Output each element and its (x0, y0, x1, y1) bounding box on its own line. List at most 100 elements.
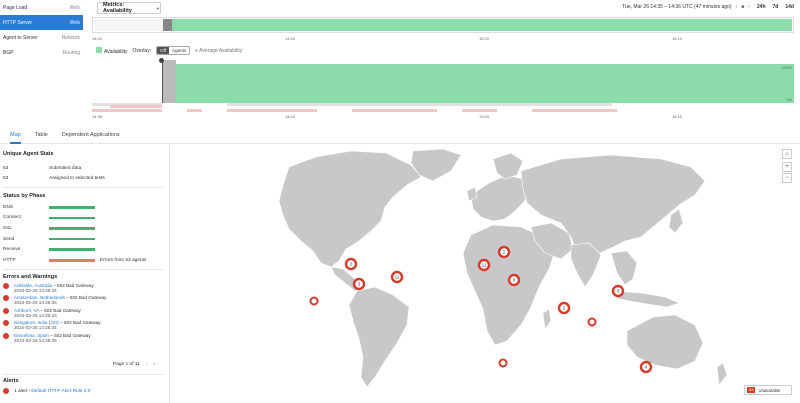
error-icon (3, 320, 9, 327)
alert-icon (3, 388, 9, 394)
test-item-agent-to-server[interactable]: Agent to Server Network (0, 30, 83, 45)
map-home-button[interactable]: ⌂ (782, 149, 792, 159)
availability-area (162, 64, 794, 103)
error-location-link[interactable]: Barcelona, Spain (14, 333, 49, 338)
test-name: Page Load (3, 4, 28, 11)
error-bar (462, 109, 497, 112)
range-24h-button[interactable]: 24h (757, 4, 766, 10)
alert-rule-link[interactable]: Default HTTP Alert Rule 2.0 (31, 389, 90, 394)
phase-note: Errors from 53 agents (100, 257, 147, 263)
tab-dependent-applications[interactable]: Dependent Applications (62, 126, 120, 144)
overlay-toggle[interactable]: Off Agents (156, 46, 191, 55)
range-7d-button[interactable]: 7d (773, 4, 779, 10)
phase-label: Receive (3, 247, 21, 253)
legend-series-label: Availability (104, 48, 128, 55)
test-item-page-load[interactable]: Page Load Web (0, 0, 83, 15)
cluster-marker: 4 (639, 360, 653, 374)
test-type: Web (69, 19, 80, 26)
page-indicator: Page 1 of 11 (113, 362, 140, 367)
status-by-phase-title: Status by Phase (3, 193, 46, 199)
test-item-http-server[interactable]: HTTP Server Web (0, 15, 83, 30)
next-icon[interactable]: › (748, 4, 750, 10)
phase-row-ssl: SSL (3, 223, 169, 234)
main-tick: 16:10 (672, 114, 683, 119)
cluster-marker: 3 (611, 284, 625, 298)
stop-icon[interactable]: ■ (741, 4, 744, 10)
tab-table[interactable]: Table (35, 126, 48, 144)
alert-count: 1 alert – (14, 388, 32, 394)
overview-axis: 14:00 14:40 15:20 16:10 (92, 36, 794, 42)
test-item-bgp[interactable]: BGP Routing (0, 45, 83, 60)
scandinavia (492, 152, 524, 180)
chevron-left-icon[interactable]: ‹ (146, 362, 148, 367)
chevron-down-icon: ▼ (156, 5, 160, 11)
test-type: Web (69, 4, 80, 11)
australia (626, 314, 704, 370)
error-item: Bangalore, India (JIO) – 502 Bad Gateway… (3, 320, 169, 330)
error-bar (227, 103, 612, 106)
phase-label: HTTP (3, 257, 16, 263)
phase-status-bar (49, 237, 95, 241)
previous-icon[interactable]: ‹ (736, 4, 738, 10)
test-type: Routing (62, 49, 80, 56)
overview-selection-handle[interactable] (163, 19, 172, 31)
unavailable-label: Unavailable (758, 387, 781, 393)
error-icon (3, 295, 9, 302)
chart-legend: Availability Overlay: Off Agents ≡ Avera… (96, 46, 242, 55)
selected-time-bar[interactable] (162, 60, 176, 103)
error-location-link[interactable]: Adelaide, Australia (14, 283, 52, 288)
metrics-dropdown[interactable]: Metrics: Availability ▼ (97, 2, 161, 14)
zoom-in-button[interactable]: + (782, 162, 792, 172)
error-message: – 502 Bad Gateway (52, 282, 94, 288)
phase-row-connect: Connect (3, 213, 169, 224)
cluster-marker: 2 (557, 301, 571, 315)
error-message: – 502 Bad Gateway (58, 320, 101, 326)
overview-tick: 15:20 (479, 36, 490, 41)
divider (3, 374, 163, 375)
stat-row: 53 Submitted data (3, 163, 169, 173)
cluster-count: 11 (482, 263, 487, 268)
world-map[interactable]: 2 11 3 2 3 11 2 3 4 ⌂ + − 53 Unavailable (171, 145, 800, 403)
error-location-link[interactable]: Ashburn, VA (14, 308, 39, 313)
overlay-agents-option[interactable]: Agents (169, 47, 189, 54)
cluster-marker: 3 (507, 273, 521, 287)
phase-row-send: Send (3, 234, 169, 245)
zoom-out-button[interactable]: − (782, 173, 792, 183)
phase-label: Send (3, 236, 15, 242)
error-timestamp: 2024-03-26 14:35:33 (14, 312, 57, 318)
error-icon (3, 307, 9, 314)
cluster-count: 11 (395, 275, 400, 280)
error-icon (3, 282, 9, 289)
time-marker-icon[interactable] (159, 58, 164, 63)
time-navigator: Tue, Mar 26 14:35 – 14:36 UTC (47 minute… (622, 4, 794, 10)
phase-label: DNS (3, 204, 14, 210)
error-item: Ashburn, VA – 502 Bad Gateway 2024-03-26… (3, 307, 169, 318)
error-message: – 502 Bad Gateway (64, 295, 107, 301)
error-bar (532, 109, 617, 112)
legend-availability[interactable]: Availability (96, 46, 128, 55)
cluster-marker: 11 (390, 270, 404, 284)
phase-row-receive: Receive (3, 244, 169, 255)
test-name: Agent to Server (3, 34, 38, 41)
errors-warnings-title: Errors and Warnings (3, 273, 58, 280)
tab-map[interactable]: Map (10, 126, 21, 144)
overlay-label: Overlay: (132, 47, 152, 54)
overlay-off-option[interactable]: Off (157, 47, 170, 54)
main-axis: 14:36 14:40 15:00 16:10 (92, 114, 794, 120)
overview-timeline[interactable] (92, 17, 794, 33)
cluster-marker (498, 358, 508, 368)
phase-status-bar (49, 206, 95, 209)
overview-tick: 14:40 (285, 36, 296, 41)
view-tabs: Map Table Dependent Applications (0, 126, 800, 144)
range-14d-button[interactable]: 14d (785, 4, 794, 10)
stats-panel: Unique Agent Stats 53 Submitted data 53 … (0, 145, 170, 403)
error-message: – 502 Bad Gateway (49, 332, 91, 338)
time-range-text: Tue, Mar 26 14:35 – 14:36 UTC (47 minute… (622, 4, 732, 10)
availability-chart[interactable] (92, 58, 794, 103)
chevron-right-icon[interactable]: › (153, 362, 155, 367)
southeast-asia (610, 250, 638, 286)
phase-status-bar (49, 227, 95, 230)
overview-tick: 16:10 (672, 36, 683, 41)
legend-average-availability[interactable]: ≡ Average Availability (195, 48, 242, 54)
error-bar (352, 109, 437, 112)
